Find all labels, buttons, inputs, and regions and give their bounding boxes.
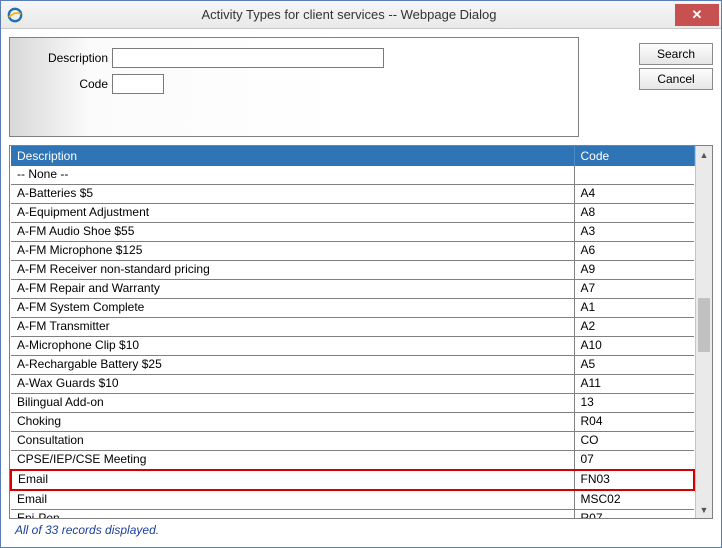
table-row[interactable]: ChokingR04 [11, 413, 694, 432]
table-row[interactable]: ConsultationCO [11, 432, 694, 451]
cell-code: A5 [574, 356, 694, 375]
table-row[interactable]: -- None -- [11, 166, 694, 185]
col-header-code[interactable]: Code [574, 146, 694, 166]
cell-description: A-Batteries $5 [11, 185, 574, 204]
cell-description: -- None -- [11, 166, 574, 185]
scroll-thumb[interactable] [698, 298, 710, 352]
cell-description: A-Microphone Clip $10 [11, 337, 574, 356]
close-icon: ✕ [692, 7, 703, 23]
code-input[interactable] [112, 74, 164, 94]
table-row[interactable]: EmailMSC02 [11, 490, 694, 510]
cell-description: Epi-Pen [11, 510, 574, 519]
close-button[interactable]: ✕ [675, 4, 719, 26]
title-bar: Activity Types for client services -- We… [1, 1, 721, 29]
cell-description: Consultation [11, 432, 574, 451]
cell-code: A11 [574, 375, 694, 394]
cell-description: A-FM Transmitter [11, 318, 574, 337]
table-row[interactable]: A-FM Audio Shoe $55A3 [11, 223, 694, 242]
cell-description: A-FM Microphone $125 [11, 242, 574, 261]
search-panel: Description Code [9, 37, 579, 137]
table-row[interactable]: A-FM TransmitterA2 [11, 318, 694, 337]
cell-description: A-Wax Guards $10 [11, 375, 574, 394]
table-row[interactable]: CPSE/IEP/CSE Meeting07 [11, 451, 694, 471]
results-grid-scroll: Description Code -- None --A-Batteries $… [10, 146, 695, 518]
results-grid: Description Code -- None --A-Batteries $… [10, 146, 695, 518]
table-row[interactable]: A-Rechargable Battery $25A5 [11, 356, 694, 375]
cell-description: Choking [11, 413, 574, 432]
table-row[interactable]: Bilingual Add-on13 [11, 394, 694, 413]
cell-code: A3 [574, 223, 694, 242]
cell-description: Email [11, 490, 574, 510]
search-region: Description Code Search Cancel [9, 37, 713, 137]
cell-code: A8 [574, 204, 694, 223]
scroll-track[interactable] [696, 163, 712, 501]
cell-description: Bilingual Add-on [11, 394, 574, 413]
cell-code [574, 166, 694, 185]
cell-description: A-Equipment Adjustment [11, 204, 574, 223]
cell-description: A-FM Repair and Warranty [11, 280, 574, 299]
cell-code: A1 [574, 299, 694, 318]
description-label: Description [24, 51, 112, 65]
cell-code: R04 [574, 413, 694, 432]
cell-code: A4 [574, 185, 694, 204]
cell-description: A-FM System Complete [11, 299, 574, 318]
cell-code: 13 [574, 394, 694, 413]
cell-code: A7 [574, 280, 694, 299]
table-row[interactable]: EmailFN03 [11, 470, 694, 490]
ie-icon [7, 7, 23, 23]
table-row[interactable]: A-Batteries $5A4 [11, 185, 694, 204]
cell-code: FN03 [574, 470, 694, 490]
vertical-scrollbar[interactable]: ▲ ▼ [695, 146, 712, 518]
status-text: All of 33 records displayed. [9, 519, 713, 543]
code-label: Code [24, 77, 112, 91]
cell-description: A-FM Receiver non-standard pricing [11, 261, 574, 280]
cell-code: A2 [574, 318, 694, 337]
description-input[interactable] [112, 48, 384, 68]
col-header-description[interactable]: Description [11, 146, 574, 166]
table-row[interactable]: A-Microphone Clip $10A10 [11, 337, 694, 356]
table-row[interactable]: A-Wax Guards $10A11 [11, 375, 694, 394]
table-row[interactable]: A-FM System CompleteA1 [11, 299, 694, 318]
scroll-down-arrow[interactable]: ▼ [696, 501, 712, 518]
cell-code: 07 [574, 451, 694, 471]
results-grid-wrap: Description Code -- None --A-Batteries $… [9, 145, 713, 519]
cell-code: A6 [574, 242, 694, 261]
cell-code: R07 [574, 510, 694, 519]
cell-code: CO [574, 432, 694, 451]
table-row[interactable]: A-FM Repair and WarrantyA7 [11, 280, 694, 299]
table-row[interactable]: A-FM Receiver non-standard pricingA9 [11, 261, 694, 280]
dialog-window: Activity Types for client services -- We… [0, 0, 722, 548]
cell-code: A10 [574, 337, 694, 356]
search-button[interactable]: Search [639, 43, 713, 65]
cell-description: Email [11, 470, 574, 490]
cell-description: A-Rechargable Battery $25 [11, 356, 574, 375]
scroll-up-arrow[interactable]: ▲ [696, 146, 712, 163]
table-row[interactable]: A-FM Microphone $125A6 [11, 242, 694, 261]
button-column: Search Cancel [639, 37, 713, 90]
cell-description: CPSE/IEP/CSE Meeting [11, 451, 574, 471]
table-row[interactable]: A-Equipment AdjustmentA8 [11, 204, 694, 223]
cell-code: MSC02 [574, 490, 694, 510]
cancel-button[interactable]: Cancel [639, 68, 713, 90]
dialog-content: Description Code Search Cancel [1, 29, 721, 547]
window-title: Activity Types for client services -- We… [23, 7, 675, 22]
cell-code: A9 [574, 261, 694, 280]
cell-description: A-FM Audio Shoe $55 [11, 223, 574, 242]
table-row[interactable]: Epi-PenR07 [11, 510, 694, 519]
